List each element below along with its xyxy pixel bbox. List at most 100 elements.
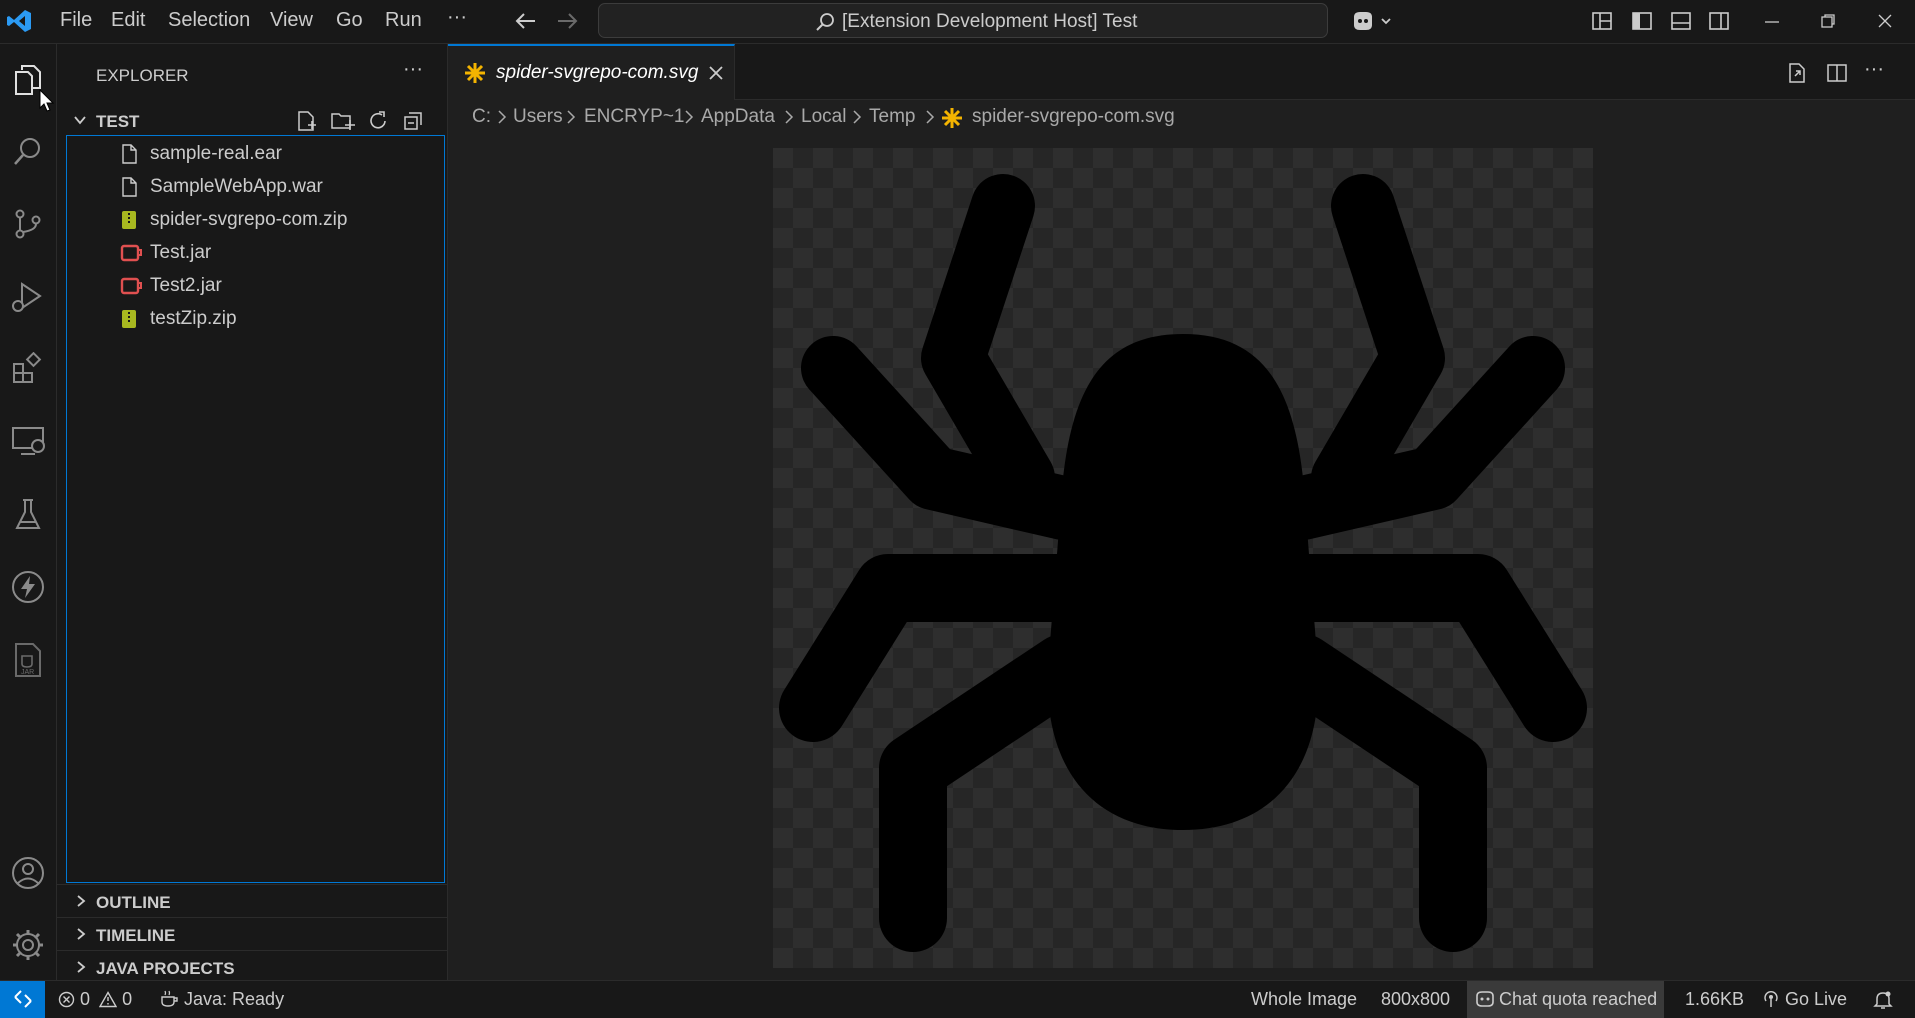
status-bar: 0 0 Java: Ready Whole Image 800x800 Chat… — [0, 980, 1915, 1018]
folder-name: TEST — [96, 112, 140, 131]
svg-text:JAR: JAR — [21, 669, 34, 676]
menu-run[interactable]: Run — [385, 9, 422, 32]
tree-item-label: Test.jar — [150, 242, 212, 263]
minimize-icon[interactable] — [1764, 20, 1780, 24]
folder-header-test[interactable]: TEST — [57, 104, 447, 136]
command-center-label: [Extension Development Host] Test — [842, 11, 1138, 32]
svg-file-icon — [465, 63, 485, 83]
lightning-icon[interactable] — [11, 570, 45, 604]
problems-indicator[interactable]: 0 0 — [58, 989, 132, 1010]
remote-explorer-icon[interactable] — [11, 426, 47, 456]
restore-icon[interactable] — [1820, 13, 1836, 29]
warning-icon — [99, 991, 118, 1008]
toggle-primary-sidebar-icon[interactable] — [1632, 12, 1652, 30]
breadcrumb-item[interactable]: Users — [513, 106, 563, 128]
chevron-right-icon — [498, 110, 507, 124]
jar-file-icon — [120, 277, 142, 295]
activity-bar: JAR — [0, 44, 57, 980]
manage-gear-icon[interactable] — [11, 928, 45, 962]
explorer-sidebar: EXPLORER ··· TEST sample-real.ear Sample… — [57, 44, 448, 980]
chevron-right-icon — [785, 110, 794, 124]
menu-file[interactable]: File — [60, 9, 92, 32]
tree-item-sample-real-ear[interactable]: sample-real.ear — [57, 137, 444, 170]
breadcrumb-item[interactable]: spider-svgrepo-com.svg — [972, 106, 1175, 128]
copilot-icon — [1476, 991, 1494, 1007]
refresh-icon[interactable] — [367, 110, 389, 132]
search-icon — [816, 13, 834, 31]
image-preview[interactable] — [773, 148, 1593, 968]
tree-item-testzip-zip[interactable]: testZip.zip — [57, 302, 444, 335]
menu-more[interactable]: ··· — [447, 6, 467, 29]
copilot-icon[interactable] — [1350, 9, 1392, 33]
chevron-right-icon — [685, 110, 694, 124]
breadcrumb-item[interactable]: AppData — [701, 106, 775, 128]
zoom-status[interactable]: Whole Image — [1251, 989, 1357, 1010]
svg-file-icon — [942, 108, 962, 128]
chevron-right-icon — [567, 110, 576, 124]
customize-layout-icon[interactable] — [1592, 12, 1612, 30]
breadcrumb-item[interactable]: Local — [801, 106, 846, 128]
breadcrumb-item[interactable]: C: — [472, 106, 491, 128]
open-file-icon[interactable] — [1786, 62, 1808, 84]
section-java-projects[interactable]: JAVA PROJECTS — [57, 950, 447, 983]
menu-go[interactable]: Go — [336, 9, 363, 32]
notifications-bell-icon[interactable] — [1873, 990, 1893, 1010]
go-live-button[interactable]: Go Live — [1762, 989, 1847, 1010]
remote-indicator[interactable] — [0, 981, 45, 1018]
command-center[interactable]: [Extension Development Host] Test — [598, 3, 1328, 38]
jar-viewer-icon[interactable]: JAR — [12, 642, 44, 678]
tree-item-label: testZip.zip — [150, 308, 237, 329]
file-icon — [122, 177, 137, 197]
chat-quota-status[interactable]: Chat quota reached — [1467, 981, 1664, 1018]
testing-icon[interactable] — [14, 498, 42, 532]
jar-file-icon — [120, 244, 142, 262]
zip-file-icon — [122, 211, 136, 229]
breadcrumb-item[interactable]: ENCRYP~1 — [584, 106, 685, 128]
chevron-right-icon — [926, 110, 935, 124]
zip-file-icon — [122, 310, 136, 328]
section-outline[interactable]: OUTLINE — [57, 884, 447, 917]
forward-arrow-icon[interactable] — [556, 12, 578, 30]
search-icon[interactable] — [13, 136, 43, 166]
accounts-icon[interactable] — [11, 856, 45, 890]
mouse-cursor-icon — [39, 88, 55, 112]
tab-spider-svg[interactable]: spider-svgrepo-com.svg — [448, 44, 735, 100]
menu-selection[interactable]: Selection — [168, 9, 250, 32]
split-editor-icon[interactable] — [1826, 62, 1848, 84]
close-window-icon[interactable] — [1877, 13, 1893, 29]
collapse-all-icon[interactable] — [402, 110, 424, 132]
explorer-more-actions[interactable]: ··· — [403, 58, 423, 81]
close-tab-icon[interactable] — [708, 65, 724, 81]
new-folder-icon[interactable] — [330, 110, 356, 132]
tree-item-samplewebapp-war[interactable]: SampleWebApp.war — [57, 170, 444, 203]
source-control-icon[interactable] — [13, 208, 43, 240]
toggle-panel-icon[interactable] — [1671, 12, 1691, 30]
extensions-icon[interactable] — [12, 352, 44, 384]
section-label: TIMELINE — [96, 926, 176, 945]
editor-more-actions[interactable]: ··· — [1864, 58, 1884, 81]
java-status[interactable]: Java: Ready — [159, 989, 284, 1010]
error-count: 0 — [80, 989, 91, 1009]
tree-item-label: Test2.jar — [150, 275, 222, 296]
sidebar-title: EXPLORER — [96, 66, 189, 85]
new-file-icon[interactable] — [295, 110, 319, 132]
toggle-secondary-sidebar-icon[interactable] — [1709, 12, 1729, 30]
menu-edit[interactable]: Edit — [111, 9, 145, 32]
tab-bar: spider-svgrepo-com.svg ··· — [448, 44, 1915, 100]
breadcrumb-item[interactable]: Temp — [869, 106, 915, 128]
chevron-right-icon — [853, 110, 862, 124]
run-debug-icon[interactable] — [10, 280, 44, 314]
java-status-label: Java: Ready — [184, 989, 285, 1009]
tree-item-test-jar[interactable]: Test.jar — [57, 236, 444, 269]
remote-icon — [14, 990, 32, 1008]
chevron-right-icon — [77, 895, 86, 907]
vscode-logo-icon — [7, 10, 31, 32]
menu-view[interactable]: View — [270, 9, 313, 32]
section-timeline[interactable]: TIMELINE — [57, 917, 447, 950]
tree-item-test2-jar[interactable]: Test2.jar — [57, 269, 444, 302]
java-icon — [161, 990, 178, 1007]
section-label: JAVA PROJECTS — [96, 959, 235, 978]
tree-item-spider-zip[interactable]: spider-svgrepo-com.zip — [57, 203, 444, 236]
back-arrow-icon[interactable] — [515, 12, 537, 30]
chat-quota-label: Chat quota reached — [1499, 989, 1658, 1009]
